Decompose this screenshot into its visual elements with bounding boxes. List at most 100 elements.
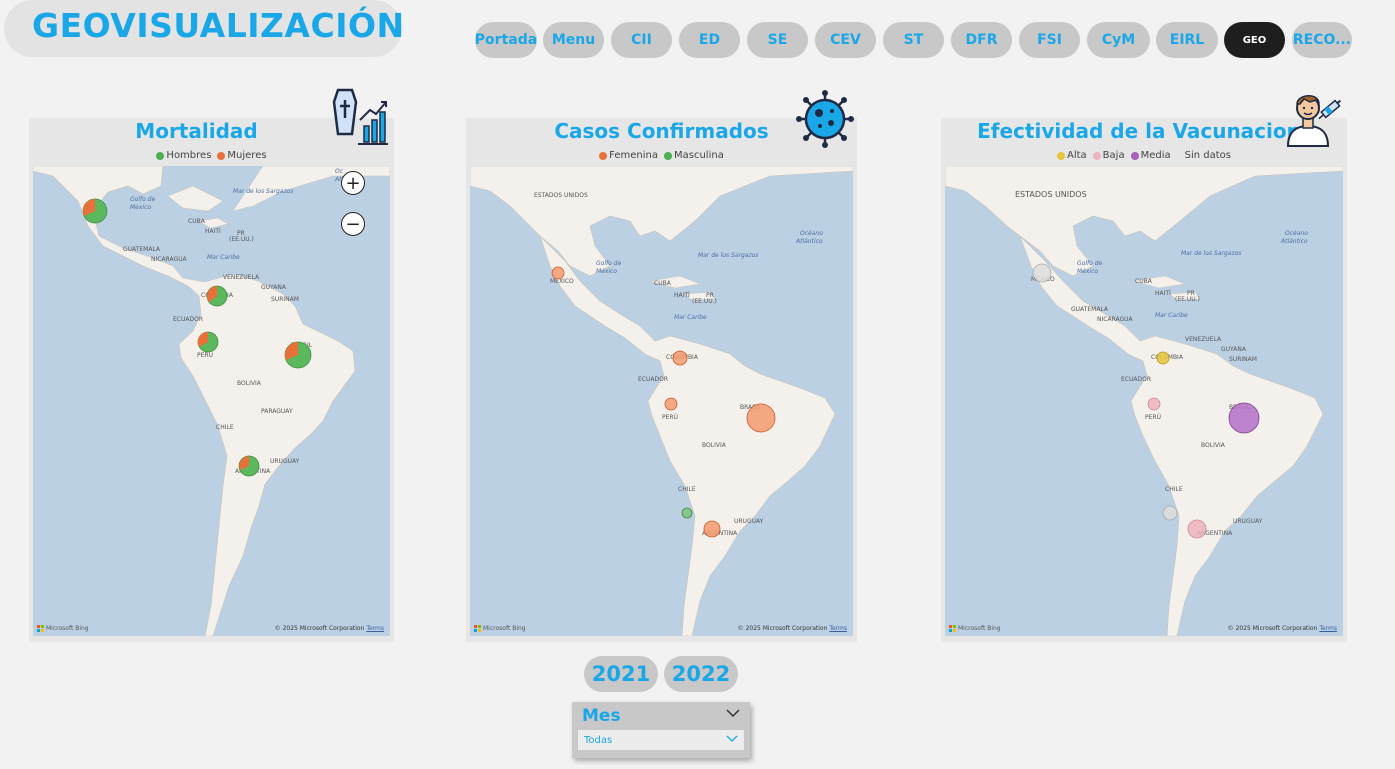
map-label: Océano (800, 230, 823, 237)
map-label: México (1077, 268, 1099, 275)
legend-item-baja[interactable]: Baja (1092, 150, 1125, 161)
casos-legend: Femenina Masculina (466, 150, 857, 161)
nav-button-se[interactable]: SE (747, 22, 808, 58)
map-label: Atlántico (796, 238, 823, 245)
nav-button-menu[interactable]: Menu (543, 22, 604, 58)
legend-label: Baja (1102, 150, 1125, 161)
map-label: Atlántico (1281, 238, 1308, 245)
year-button-2022[interactable]: 2022 (664, 656, 738, 692)
map-land (470, 166, 853, 636)
map-label: Golfo de (1077, 260, 1103, 267)
legend-dot-baja (1092, 151, 1101, 160)
legend-item-mujeres[interactable]: Mujeres (217, 150, 267, 161)
map-label: BOLIVIA (702, 442, 726, 449)
map-label: NICARAGUA (151, 256, 187, 263)
nav-button-cii[interactable]: CII (611, 22, 672, 58)
nav-button-dfr[interactable]: DFR (951, 22, 1012, 58)
zoom-out-button[interactable]: − (341, 212, 365, 236)
mortalidad-legend: Hombres Mujeres (29, 150, 394, 161)
map-label: GUYANA (261, 284, 286, 291)
map-label: CUBA (1135, 278, 1152, 285)
legend-dot-hombres (156, 151, 165, 160)
map-label: (EE.UU.) (229, 236, 254, 243)
copyright-text: © 2025 Microsoft Corporation (1227, 625, 1318, 632)
map-label: (EE.UU.) (692, 298, 717, 305)
map-label: PERÚ (662, 414, 678, 421)
map-label: Mar de los Sargazos (698, 252, 759, 259)
map-label: ESTADOS UNIDOS (1015, 190, 1087, 199)
legend-item-femenina[interactable]: Femenina (599, 150, 658, 161)
nav-button-ed[interactable]: ED (679, 22, 740, 58)
map-copyright: © 2025 Microsoft Corporation Terms (275, 625, 384, 632)
map-label: ARGENTINA (235, 468, 271, 475)
map-label: SURINAM (1229, 356, 1257, 363)
map-label: ECUADOR (638, 376, 668, 383)
coffin-chart-icon (330, 88, 390, 146)
nav-button-reco[interactable]: RECO... (1292, 22, 1352, 58)
month-dropdown[interactable]: Todas (578, 730, 744, 750)
microsoft-logo-icon (37, 625, 44, 632)
map-label: Mar Caribe (1155, 312, 1188, 319)
map-label: CHILE (1165, 486, 1183, 493)
map-land (945, 166, 1343, 636)
terms-link[interactable]: Terms (366, 625, 384, 632)
map-label: ARGENTINA (702, 530, 738, 537)
map-label: Mar de los Sargazos (1181, 250, 1242, 257)
nav-button-geo[interactable]: GEO (1224, 22, 1285, 58)
legend-label: Mujeres (227, 150, 267, 161)
map-label: BRASIL (291, 342, 313, 349)
map-label: PERÚ (1145, 414, 1161, 421)
bing-label: Microsoft Bing (46, 625, 89, 632)
legend-dot-femenina (599, 151, 608, 160)
virus-icon (795, 89, 855, 149)
casos-map[interactable]: ESTADOS UNIDOS Océano Atlántico Mar de l… (470, 166, 853, 636)
nav-button-portada[interactable]: Portada (475, 22, 537, 58)
map-label: Mar Caribe (674, 314, 707, 321)
legend-dot-alta (1057, 151, 1065, 160)
map-label: SURINAM (271, 296, 299, 303)
map-copyright: © 2025 Microsoft Corporation Terms (1228, 625, 1337, 632)
nav-button-st[interactable]: ST (883, 22, 944, 58)
vacunacion-legend: Alta Baja Media Sin datos (941, 150, 1347, 161)
chevron-down-icon[interactable] (726, 706, 740, 722)
map-label: CHILE (678, 486, 696, 493)
legend-label: Masculina (674, 150, 724, 161)
map-label: Océano (1285, 230, 1308, 237)
nav-button-cym[interactable]: CyM (1087, 22, 1150, 58)
map-label: Golfo de (130, 196, 156, 203)
terms-link[interactable]: Terms (1319, 625, 1337, 632)
microsoft-logo-icon (474, 625, 481, 632)
nav-button-cev[interactable]: CEV (815, 22, 876, 58)
map-label: CHILE (216, 424, 234, 431)
mortalidad-map[interactable]: Oc Atl Mar de los Sargazos Golfo de Méxi… (33, 166, 390, 636)
map-label: Mar de los Sargazos (233, 188, 294, 195)
nav-button-eirl[interactable]: EIRL (1156, 22, 1218, 58)
vacunacion-card: Efectividad de la Vacunacion Alta Baja M… (941, 118, 1347, 642)
year-button-2021[interactable]: 2021 (584, 656, 658, 692)
copyright-text: © 2025 Microsoft Corporation (737, 625, 828, 632)
map-label: COLOMBIA (666, 354, 698, 361)
map-label: CUBA (654, 280, 671, 287)
zoom-in-icon: + (345, 172, 361, 194)
map-label: URUGUAY (270, 458, 300, 465)
nav-button-fsi[interactable]: FSI (1019, 22, 1080, 58)
vaccination-person-icon (1286, 88, 1344, 148)
legend-item-sin-datos[interactable]: Sin datos (1185, 150, 1231, 161)
map-label: GUATEMALA (1071, 306, 1109, 313)
map-label: ARGENTINA (1197, 530, 1233, 537)
vacunacion-map[interactable]: ESTADOS UNIDOS Océano Atlántico Mar de l… (945, 166, 1343, 636)
legend-dot-media (1130, 151, 1139, 160)
legend-item-masculina[interactable]: Masculina (664, 150, 724, 161)
map-land (33, 166, 390, 636)
map-label: BRASIL (740, 404, 762, 411)
map-label: BOLIVIA (237, 380, 261, 387)
map-label: NICARAGUA (1097, 316, 1133, 323)
zoom-in-button[interactable]: + (341, 171, 365, 195)
map-label: HAITÍ (674, 292, 690, 299)
legend-item-hombres[interactable]: Hombres (156, 150, 211, 161)
month-dropdown-value: Todas (584, 734, 613, 746)
legend-item-alta[interactable]: Alta (1057, 150, 1087, 161)
terms-link[interactable]: Terms (829, 625, 847, 632)
map-label: COLOMBIA (201, 292, 233, 299)
legend-item-media[interactable]: Media (1130, 150, 1171, 161)
